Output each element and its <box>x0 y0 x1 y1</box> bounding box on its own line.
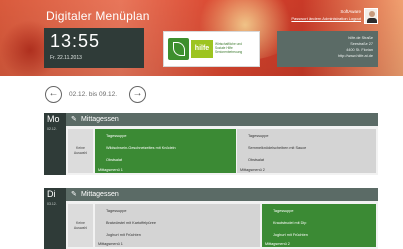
app-header: Digitaler Menüplan 13:55 Fr. 22.11.2013 … <box>0 0 403 76</box>
menu-course: Joghurt mit Früchten <box>273 233 308 237</box>
menu-course: Tagessuppe <box>106 209 127 213</box>
address-line: Seestraße 27 <box>350 42 373 46</box>
clock-panel: 13:55 Fr. 22.11.2013 <box>44 28 144 68</box>
meal-section-header: ✎ Mittagessen <box>66 188 378 201</box>
menu-course: Obstsalat <box>106 158 123 162</box>
address-line: http://www.hilfe.at.de <box>337 54 373 58</box>
menu-course: Semmelknödelscheiben mit Sauce <box>248 146 307 150</box>
day-date: 03.12. <box>47 202 57 206</box>
day-abbr: Mo <box>47 114 60 124</box>
address-line: 4400 St. Florian <box>346 48 373 52</box>
day-label-tuesday: Di 03.12. <box>44 188 66 249</box>
menu-course: Obstsalat <box>248 158 265 162</box>
menu-course: Bratwürstel mit Kartoffelpüree <box>106 221 156 225</box>
menu-course: Krautstrudel mit Dip <box>273 221 307 225</box>
arrow-left-icon: ← <box>48 88 59 99</box>
meal-section-title: Mittagessen <box>81 116 119 123</box>
meal-section-header: ✎ Mittagessen <box>66 113 378 126</box>
day-date: 02.12. <box>47 127 57 131</box>
clock-time: 13:55 <box>50 31 101 51</box>
day-label-monday: Mo 02.12. <box>44 113 66 175</box>
user-account-links[interactable]: Passwort ändern Administration Logout <box>291 16 361 21</box>
menu-number: Mittagsmenü 2 <box>240 168 265 172</box>
pencil-icon[interactable]: ✎ <box>71 190 77 198</box>
logo-brand: hilfe <box>191 40 213 58</box>
clock-date: Fr. 22.11.2013 <box>50 55 82 61</box>
menu-option-card[interactable]: Tagessuppe Wildschwein-Geschnetzeltes mi… <box>95 129 236 173</box>
menu-option-card[interactable]: Tagessuppe Krautstrudel mit Dip Joghurt … <box>262 204 376 247</box>
menu-number: Mittagsmenü 1 <box>98 242 123 246</box>
menu-option-card[interactable]: Tagessuppe Bratwürstel mit Kartoffelpüre… <box>95 204 260 247</box>
app-title: Digitaler Menüplan <box>46 9 150 23</box>
meal-section-title: Mittagessen <box>81 191 119 198</box>
avatar[interactable] <box>364 8 378 24</box>
prev-week-button[interactable]: ← <box>45 86 62 103</box>
logo-tagline: Wirtschaftliche und Soziale Hilfe Senior… <box>215 42 243 54</box>
no-choice-option[interactable]: Keine Auswahl <box>68 129 93 173</box>
organization-logo: hilfe Wirtschaftliche und Soziale Hilfe … <box>163 31 260 67</box>
menu-course: Joghurt mit Früchten <box>106 233 141 237</box>
menu-course: Tagessuppe <box>106 134 127 138</box>
no-choice-option[interactable]: Keine Auswahl <box>68 204 93 247</box>
next-week-button[interactable]: → <box>129 86 146 103</box>
menu-course: Wildschwein-Geschnetzeltes mit Knödeln <box>106 146 176 150</box>
leaf-logo-icon <box>168 38 189 60</box>
user-name: SoftAware <box>340 9 361 14</box>
menu-option-card[interactable]: Tagessuppe Semmelknödelscheiben mit Sauc… <box>237 129 376 173</box>
day-abbr: Di <box>47 189 56 199</box>
address-line: hilfe.de Straße <box>348 36 373 40</box>
menu-number: Mittagsmenü 2 <box>265 242 290 246</box>
week-range: 02.12. bis 09.12. <box>69 91 118 98</box>
menu-number: Mittagsmenü 1 <box>98 168 123 172</box>
menu-course: Tagessuppe <box>273 209 294 213</box>
pencil-icon[interactable]: ✎ <box>71 115 77 123</box>
menu-course: Tagessuppe <box>248 134 269 138</box>
address-panel: hilfe.de Straße Seestraße 27 4400 St. Fl… <box>277 31 378 67</box>
arrow-right-icon: → <box>132 88 143 99</box>
